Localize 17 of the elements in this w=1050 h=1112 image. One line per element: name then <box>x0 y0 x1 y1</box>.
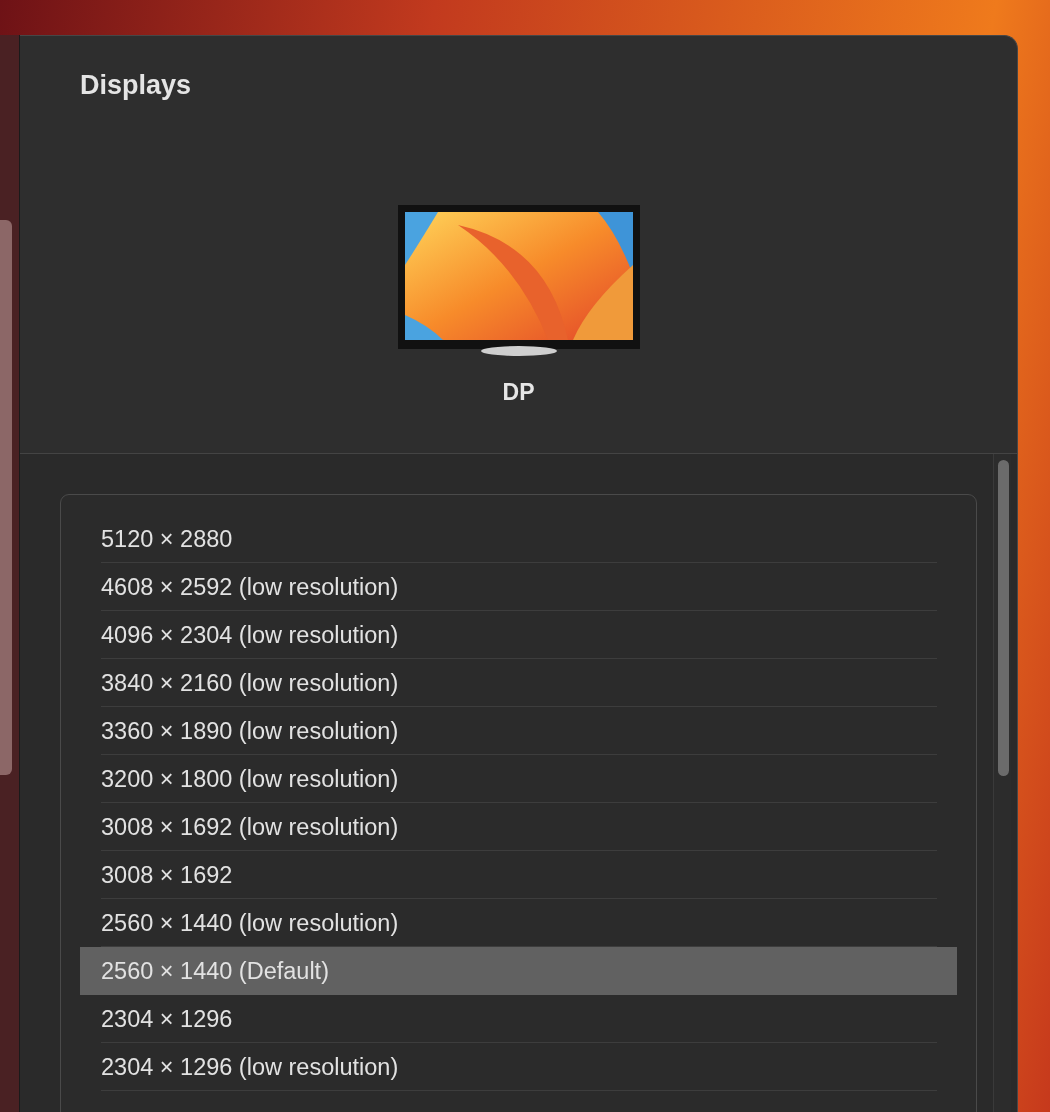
resolution-item[interactable]: 5120 × 2880 <box>80 515 957 563</box>
resolution-item[interactable]: 3200 × 1800 (low resolution) <box>80 755 957 803</box>
resolution-item[interactable]: 4096 × 2304 (low resolution) <box>80 611 957 659</box>
resolution-item[interactable]: 3360 × 1890 (low resolution) <box>80 707 957 755</box>
scrollbar-thumb[interactable] <box>0 220 12 775</box>
resolution-item[interactable]: 2560 × 1440 (Default) <box>80 947 957 995</box>
resolution-item[interactable]: 3840 × 2160 (low resolution) <box>80 659 957 707</box>
window-title: Displays <box>80 70 193 101</box>
resolution-item[interactable]: 2560 × 1440 (low resolution) <box>80 899 957 947</box>
resolution-item[interactable]: 2304 × 1296 <box>80 995 957 1043</box>
resolution-item[interactable]: 3008 × 1692 (low resolution) <box>80 803 957 851</box>
monitor-icon[interactable] <box>397 205 640 357</box>
scrollbar-thumb[interactable] <box>998 460 1009 776</box>
resolution-item[interactable]: 3008 × 1692 <box>80 851 957 899</box>
resolution-item[interactable]: 2304 × 1296 (low resolution) <box>80 1043 957 1091</box>
display-name: DP <box>502 379 535 406</box>
resolution-item[interactable]: 4608 × 2592 (low resolution) <box>80 563 957 611</box>
